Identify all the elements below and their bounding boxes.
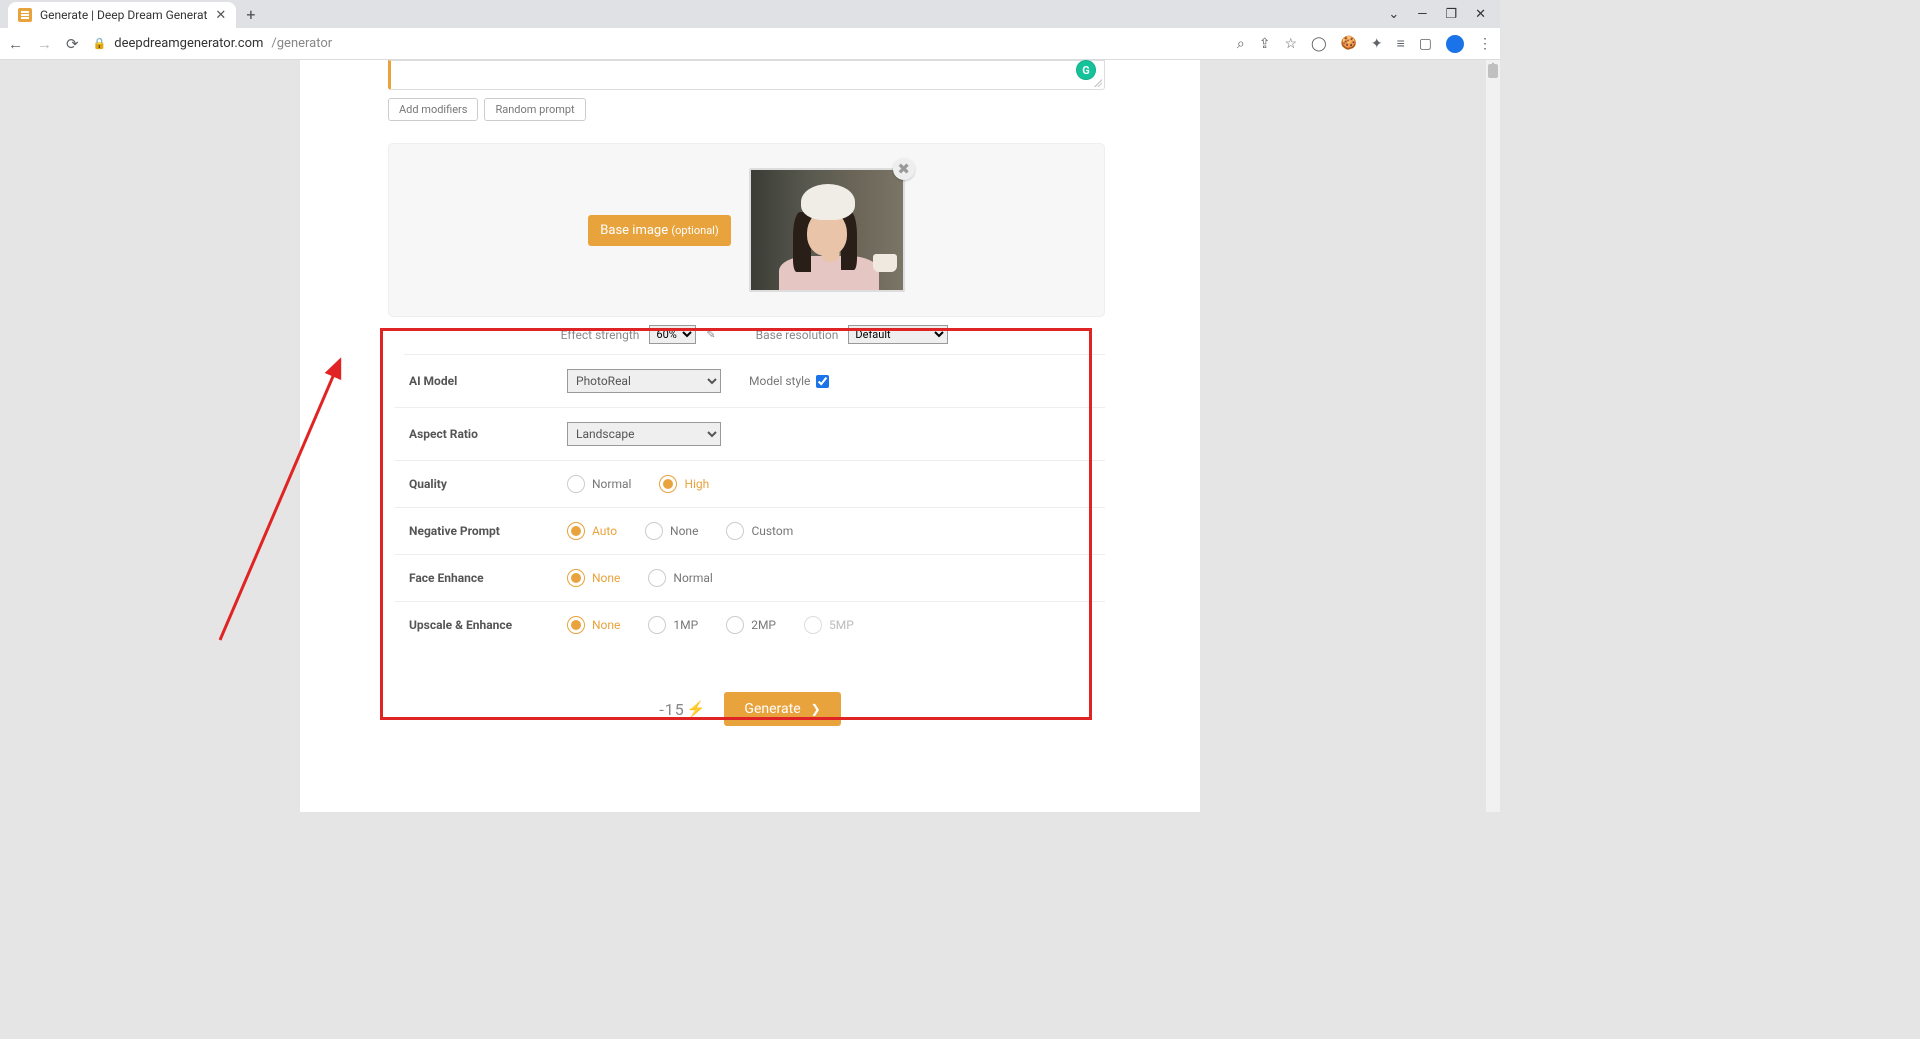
prompt-textarea[interactable]: G xyxy=(388,60,1105,90)
base-image-thumbnail[interactable] xyxy=(749,168,905,292)
base-image-panel: Base image (optional) ✖ xyxy=(388,143,1105,317)
lock-icon: 🔒 xyxy=(93,37,107,50)
face-enhance-label: Face Enhance xyxy=(395,571,567,585)
profile-avatar-icon[interactable] xyxy=(1446,35,1464,53)
quality-row: Quality Normal High xyxy=(395,461,1105,508)
quality-radio-high[interactable]: High xyxy=(659,475,709,493)
base-image-button[interactable]: Base image (optional) xyxy=(588,215,730,246)
nav-back-icon[interactable]: ← xyxy=(8,35,23,53)
generate-row: -15 ⚡ Generate ❯ xyxy=(300,692,1200,726)
window-controls: ⌄ — ❐ ✕ xyxy=(1388,7,1500,22)
add-modifiers-button[interactable]: Add modifiers xyxy=(388,98,478,121)
extension-cookie-icon[interactable]: 🍪 xyxy=(1341,36,1357,51)
base-image-button-optional: (optional) xyxy=(671,224,718,237)
upscale-radio-1mp[interactable]: 1MP xyxy=(648,616,698,634)
quality-radio-normal[interactable]: Normal xyxy=(567,475,631,493)
aspect-ratio-select[interactable]: Landscape xyxy=(567,422,721,446)
quality-label: Quality xyxy=(395,477,567,491)
tab-favicon-icon xyxy=(18,8,32,22)
bookmark-star-icon[interactable]: ☆ xyxy=(1284,36,1297,52)
address-bar[interactable]: 🔒 deepdreamgenerator.com/generator xyxy=(93,33,1223,55)
url-path: /generator xyxy=(271,36,332,51)
nav-forward-icon: → xyxy=(37,35,52,53)
settings-block: AI Model PhotoReal Model style Aspect Ra… xyxy=(395,355,1105,648)
base-image-button-label: Base image xyxy=(600,223,671,238)
model-style-label: Model style xyxy=(749,374,810,388)
random-prompt-button[interactable]: Random prompt xyxy=(484,98,585,121)
browser-tab[interactable]: Generate | Deep Dream Generat ✕ xyxy=(8,2,236,28)
textarea-resize-handle[interactable] xyxy=(1094,79,1102,87)
negative-prompt-label: Negative Prompt xyxy=(395,524,567,538)
negative-prompt-radio-none[interactable]: None xyxy=(645,522,698,540)
browser-tab-strip: Generate | Deep Dream Generat ✕ + ⌄ — ❐ … xyxy=(0,0,1500,28)
window-close-icon[interactable]: ✕ xyxy=(1475,7,1486,22)
ai-model-select[interactable]: PhotoReal xyxy=(567,369,721,393)
ai-model-label: AI Model xyxy=(395,374,567,388)
scrollbar-thumb[interactable] xyxy=(1488,64,1498,78)
generate-button[interactable]: Generate ❯ xyxy=(724,692,840,726)
page-scrollbar[interactable]: ▴ xyxy=(1486,60,1500,812)
page-viewport: G Add modifiers Random prompt Base image… xyxy=(0,60,1500,812)
face-enhance-radio-none[interactable]: None xyxy=(567,569,620,587)
face-enhance-radio-normal[interactable]: Normal xyxy=(648,569,712,587)
url-host: deepdreamgenerator.com xyxy=(114,36,263,51)
bolt-icon: ⚡ xyxy=(687,700,707,718)
base-resolution-select[interactable]: Default xyxy=(848,325,948,344)
aspect-ratio-row: Aspect Ratio Landscape xyxy=(395,408,1105,461)
negative-prompt-radio-custom[interactable]: Custom xyxy=(726,522,793,540)
aspect-ratio-label: Aspect Ratio xyxy=(395,427,567,441)
generate-cost: -15 ⚡ xyxy=(659,700,706,719)
tab-title: Generate | Deep Dream Generat xyxy=(40,8,207,22)
effect-strength-select[interactable]: 60% xyxy=(649,325,696,344)
base-image-thumbnail-wrap: ✖ xyxy=(749,168,905,292)
model-style-checkbox[interactable] xyxy=(816,375,829,388)
sync-icon[interactable]: ◯ xyxy=(1311,36,1327,52)
generate-button-label: Generate xyxy=(744,701,800,717)
upscale-row: Upscale & Enhance None 1MP 2MP 5MP xyxy=(395,602,1105,648)
window-minimize-icon[interactable]: — xyxy=(1417,7,1427,22)
effect-strength-row: Effect strength 60% ✎ Base resolution De… xyxy=(404,317,1105,355)
address-bar-row: ← → ⟳ 🔒 deepdreamgenerator.com/generator… xyxy=(0,28,1500,60)
extensions-puzzle-icon[interactable]: ✦ xyxy=(1371,36,1383,52)
ai-model-row: AI Model PhotoReal Model style xyxy=(395,355,1105,408)
upscale-radio-2mp[interactable]: 2MP xyxy=(726,616,776,634)
share-icon[interactable]: ⇪ xyxy=(1259,36,1271,52)
reading-list-icon[interactable]: ≡ xyxy=(1397,35,1405,52)
chevron-down-icon[interactable]: ⌄ xyxy=(1388,7,1399,22)
browser-menu-icon[interactable]: ⋮ xyxy=(1478,36,1492,52)
search-icon[interactable]: ⌕ xyxy=(1237,36,1245,52)
content-column: G Add modifiers Random prompt Base image… xyxy=(300,60,1200,812)
tab-close-icon[interactable]: ✕ xyxy=(215,8,226,23)
new-tab-button[interactable]: + xyxy=(246,5,255,24)
upscale-label: Upscale & Enhance xyxy=(395,618,567,632)
effect-strength-edit-icon[interactable]: ✎ xyxy=(706,328,715,341)
negative-prompt-radio-auto[interactable]: Auto xyxy=(567,522,617,540)
grammarly-badge-icon[interactable]: G xyxy=(1076,60,1096,80)
chevron-right-icon: ❯ xyxy=(811,702,821,716)
nav-reload-icon[interactable]: ⟳ xyxy=(66,35,79,53)
window-maximize-icon[interactable]: ❐ xyxy=(1445,7,1457,22)
panel-icon[interactable]: ▢ xyxy=(1419,36,1432,52)
base-resolution-label: Base resolution xyxy=(756,328,839,342)
negative-prompt-row: Negative Prompt Auto None Custom xyxy=(395,508,1105,555)
effect-strength-label: Effect strength xyxy=(561,328,640,342)
upscale-radio-none[interactable]: None xyxy=(567,616,620,634)
face-enhance-row: Face Enhance None Normal xyxy=(395,555,1105,602)
upscale-radio-5mp: 5MP xyxy=(804,616,854,634)
base-image-remove-icon[interactable]: ✖ xyxy=(893,158,915,180)
